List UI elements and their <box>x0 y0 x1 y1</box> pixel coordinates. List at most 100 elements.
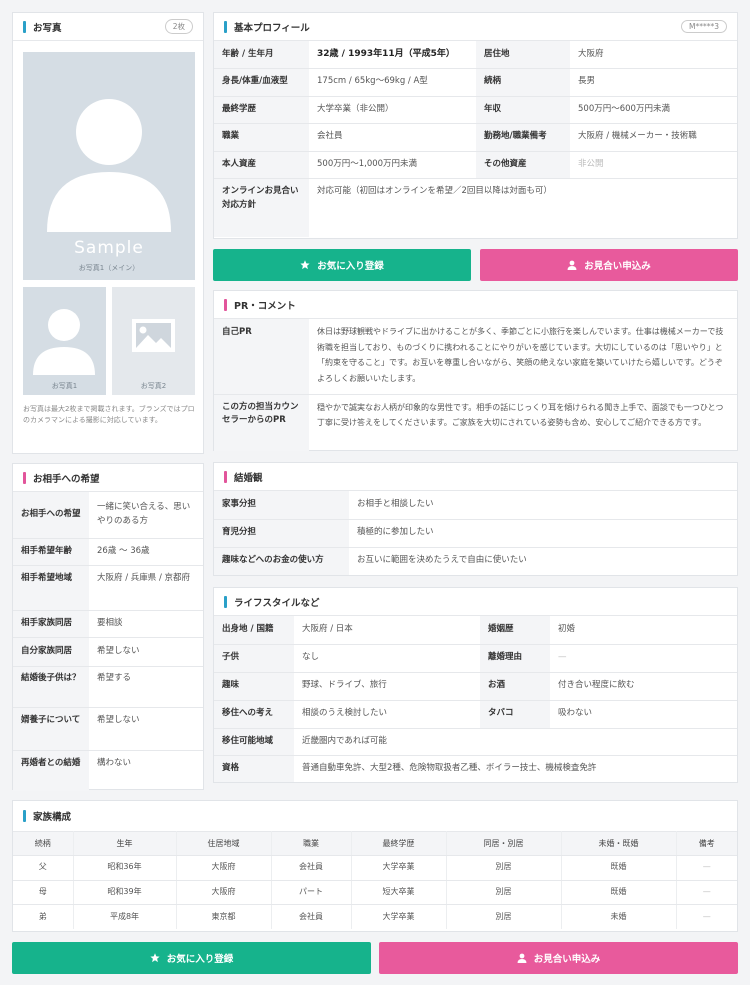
partner-hope-card: お相手への希望 お相手への希望 一緒に笑い合える、思いやりのある方 相手希望年齢 2… <box>12 463 204 791</box>
field-label: 移住可能地域 <box>214 728 294 756</box>
table-cell: 大阪府 <box>176 880 272 905</box>
field-label: 家事分担 <box>214 491 349 520</box>
table-row: 相手希望地域 大阪府 / 兵庫県 / 京都府 <box>13 565 203 611</box>
field-label: 子供 <box>214 644 294 673</box>
field-label: 年収 <box>476 96 570 124</box>
apply-button-label: お見合い申込み <box>584 261 651 272</box>
lifestyle-header: ライフスタイルなど <box>214 588 737 616</box>
field-label: 相手希望年齢 <box>13 538 89 566</box>
field-value: 希望しない <box>89 637 203 667</box>
lifestyle-title: ライフスタイルなど <box>234 597 320 609</box>
field-label: 身長/体重/血液型 <box>214 68 309 97</box>
field-label: 最終学歴 <box>214 96 309 124</box>
table-row: オンラインお見合い対応方針 対応可能（初回はオンラインを希望／2回目以降は対面も可… <box>214 178 737 237</box>
photos-card: お写真 2枚 Sample お写真1（メイン） お写真1 お写真2 お写真は最大2… <box>12 12 204 454</box>
favorite-button-label: お気に入り登録 <box>166 954 234 965</box>
table-row: 年齢 / 生年月 32歳 / 1993年11月（平成5年） 居住地 大阪府 <box>214 41 737 69</box>
table-cell: 未婚 <box>561 904 677 929</box>
field-label: 趣味 <box>214 672 294 701</box>
field-value: 要相談 <box>89 610 203 638</box>
apply-button-bottom[interactable]: お見合い申込み <box>379 942 738 974</box>
apply-button[interactable]: お見合い申込み <box>480 249 738 281</box>
field-value: 会社員 <box>309 123 476 152</box>
main-photo[interactable]: Sample お写真1（メイン） <box>23 52 195 280</box>
table-cell: 別居 <box>446 904 562 929</box>
section-marker <box>224 595 227 608</box>
field-label: 年齢 / 生年月 <box>214 41 309 69</box>
field-value: 非公開 <box>570 151 737 179</box>
field-value: お相手と相談したい <box>349 491 737 520</box>
field-label: 再婚者との結婚 <box>13 750 89 791</box>
table-row: 結婚後子供は？ 希望する <box>13 666 203 708</box>
table-cell: 昭和39年 <box>73 880 177 905</box>
field-label: 勤務地/職業備考 <box>476 123 570 152</box>
field-label: 婚姻歴 <box>480 616 550 645</box>
sample-watermark: Sample <box>74 238 144 258</box>
field-label: 職業 <box>214 123 309 152</box>
thumbnail-caption-2: お写真2 <box>140 382 167 390</box>
pr-table: 自己PR 休日は野球観戦やドライブに出かけることが多く、季節ごとに小旅行を楽しんで… <box>214 319 737 451</box>
field-value: お互いに範囲を決めたうえで自由に使いたい <box>357 555 527 566</box>
field-label: 婿養子について <box>13 707 89 751</box>
self-pr-text: 休日は野球観戦やドライブに出かけることが多く、季節ごとに小旅行を楽しんでいます。… <box>309 319 737 395</box>
table-row: 自分家族同居 希望しない <box>13 637 203 667</box>
photos-header: お写真 2枚 <box>13 13 203 41</box>
thumbnail-photo-1[interactable]: お写真1 <box>23 287 106 395</box>
field-label: 資格 <box>214 755 294 782</box>
table-row: 子供 なし 離婚理由 — <box>214 644 737 673</box>
apply-button-label: お見合い申込み <box>533 954 601 965</box>
field-value: — <box>550 644 737 673</box>
field-value: 付き合い程度に飲む <box>550 672 737 701</box>
person-silhouette-icon <box>33 309 95 375</box>
pr-title: PR・コメント <box>234 300 296 312</box>
table-cell: 大学卒業 <box>351 904 447 929</box>
person-icon <box>517 953 527 963</box>
family-header: 家族構成 <box>13 801 737 831</box>
field-value: 希望しない <box>89 707 203 751</box>
table-row: 移住への考え 相談のうえ検討したい タバコ 吸わない <box>214 700 737 729</box>
table-row: 家事分担 お相手と相談したい <box>214 491 737 520</box>
column-header: 住居地域 <box>176 831 272 856</box>
table-cell: 会社員 <box>271 904 352 929</box>
table-row: 婿養子について 希望しない <box>13 707 203 751</box>
column-header: 生年 <box>73 831 177 856</box>
field-label: 本人資産 <box>214 151 309 179</box>
family-table: 続柄 生年 住居地域 職業 最終学歴 同居・別居 未婚・既婚 備考 父昭和36年 大阪府 会社員大… <box>13 831 737 929</box>
photos-note: お写真は最大2枚まで掲載されます。ブランズではプロのカメラマンによる撮影に対応し… <box>23 405 195 425</box>
family-title: 家族構成 <box>33 812 72 823</box>
favorite-button-bottom[interactable]: お気に入り登録 <box>12 942 371 974</box>
field-label: 離婚理由 <box>480 644 550 673</box>
field-label: 相手家族同居 <box>13 610 89 638</box>
table-cell: 短大卒業 <box>351 880 447 905</box>
field-value: 近畿圏内であれば可能 <box>294 728 737 756</box>
person-icon <box>567 260 577 270</box>
field-label: 居住地 <box>476 41 570 69</box>
section-marker <box>23 810 26 822</box>
table-row: 母昭和39年 大阪府 パート 短大卒業 別居 既婚 — <box>13 880 737 905</box>
field-label: この方の担当カウンセラーからのPR <box>214 394 309 451</box>
table-row: 自己PR 休日は野球観戦やドライブに出かけることが多く、季節ごとに小旅行を楽しんで… <box>214 319 737 395</box>
favorite-button[interactable]: お気に入り登録 <box>213 249 471 281</box>
field-label: 趣味などへのお金の使い方 <box>214 547 349 575</box>
table-row: 相手希望年齢 26歳 〜 36歳 <box>13 538 203 566</box>
table-row: 移住可能地域 近畿圏内であれば可能 <box>214 728 737 756</box>
thumbnail-photo-2[interactable]: お写真2 <box>112 287 195 395</box>
field-label: 移住への考え <box>214 700 294 729</box>
field-value: 32歳 / 1993年11月（平成5年） <box>309 41 476 69</box>
field-label: お相手への希望 <box>13 492 89 539</box>
table-cell: 父 <box>13 855 74 881</box>
member-id-badge: M*****3 <box>681 20 727 33</box>
hope-title: お相手への希望 <box>33 473 100 485</box>
field-value: 大学卒業（非公開） <box>309 96 476 124</box>
field-value: 大阪府 / 機械メーカー・技術職 <box>570 123 737 152</box>
table-cell: 昭和36年 <box>73 855 177 881</box>
hope-header: お相手への希望 <box>13 464 203 492</box>
column-header: 続柄 <box>13 831 74 856</box>
section-marker <box>23 471 26 484</box>
marriage-table: 家事分担 お相手と相談したい 育児分担 積極的に参加したい 趣味などへのお金の使い方… <box>214 491 737 575</box>
field-label: 続柄 <box>476 68 570 97</box>
table-cell: 別居 <box>446 880 562 905</box>
table-header-row: 続柄 生年 住居地域 職業 最終学歴 同居・別居 未婚・既婚 備考 <box>13 831 737 856</box>
table-cell: 東京都 <box>176 904 272 929</box>
table-cell: 会社員 <box>271 855 352 881</box>
